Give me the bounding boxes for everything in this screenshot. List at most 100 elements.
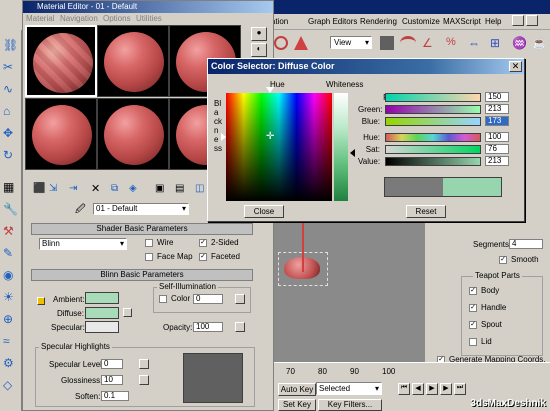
menu-rendering[interactable]: Rendering bbox=[360, 17, 397, 26]
menu-graph-editors[interactable]: Graph Editors bbox=[308, 17, 357, 26]
assign-icon[interactable]: ⇥ bbox=[69, 183, 77, 194]
menu-maxscript[interactable]: MAXScript bbox=[443, 17, 481, 26]
next-frame-icon[interactable]: ▶ bbox=[440, 383, 452, 395]
red-slider[interactable] bbox=[385, 93, 481, 102]
go-end-icon[interactable]: ⏭ bbox=[454, 383, 466, 395]
sample-slot-5[interactable] bbox=[97, 98, 169, 170]
spacewarp-icon[interactable]: ≈ bbox=[3, 334, 19, 350]
opacity-map-button[interactable] bbox=[235, 322, 245, 332]
play-icon[interactable]: ▶ bbox=[426, 383, 438, 395]
prev-frame-icon[interactable]: ◀ bbox=[412, 383, 424, 395]
sample-slot-1[interactable] bbox=[25, 25, 97, 97]
value-slider[interactable] bbox=[385, 157, 481, 166]
magnet-icon[interactable] bbox=[400, 36, 416, 50]
red-value[interactable]: 150 bbox=[485, 92, 509, 102]
whiteness-pointer-icon[interactable] bbox=[350, 149, 355, 157]
light-icon[interactable]: ☀ bbox=[3, 290, 19, 306]
menu-options[interactable]: Options bbox=[103, 14, 131, 23]
show-end-icon[interactable]: ◫ bbox=[195, 183, 204, 194]
shader-type-dropdown[interactable]: Blinn ▾ bbox=[39, 238, 127, 250]
rotate-icon[interactable]: ↻ bbox=[3, 148, 19, 164]
menu-help[interactable]: Help bbox=[485, 17, 501, 26]
hue-slider[interactable] bbox=[385, 133, 481, 142]
green-slider[interactable] bbox=[385, 105, 481, 114]
self-illum-color-checkbox[interactable] bbox=[159, 295, 167, 303]
scale-icon[interactable] bbox=[294, 36, 308, 50]
view-dropdown[interactable]: View ▾ bbox=[330, 36, 372, 49]
link-icon[interactable]: ⛓ bbox=[3, 38, 19, 54]
sample-slot-4[interactable] bbox=[25, 98, 97, 170]
hue-blackness-picker[interactable]: ✛ bbox=[226, 93, 332, 201]
diffuse-map-button[interactable] bbox=[123, 308, 132, 317]
backlight-button[interactable]: ◐ bbox=[251, 43, 267, 57]
key-filters-button[interactable]: Key Filters... bbox=[318, 399, 382, 411]
two-sided-checkbox[interactable]: ✓ bbox=[199, 239, 207, 247]
blue-value[interactable]: 173 bbox=[485, 116, 509, 126]
menu-customize[interactable]: Customize bbox=[402, 17, 440, 26]
body-checkbox[interactable]: ✓ bbox=[469, 287, 477, 295]
select-rotate-icon[interactable] bbox=[274, 36, 288, 50]
shader-rollout-header[interactable]: Shader Basic Parameters bbox=[31, 223, 253, 235]
pivot-icon[interactable] bbox=[380, 36, 394, 50]
sample-slot-2[interactable] bbox=[97, 25, 169, 97]
unique-icon[interactable]: ◈ bbox=[129, 183, 137, 194]
bind-icon[interactable]: ∿ bbox=[3, 82, 19, 98]
glossiness-map-button[interactable] bbox=[139, 375, 149, 385]
close-button[interactable]: Close bbox=[244, 205, 284, 218]
key-mode-dropdown[interactable]: Selected ▾ bbox=[316, 382, 382, 395]
system-icon[interactable]: ⚙ bbox=[3, 356, 19, 372]
unlink-icon[interactable]: ✂ bbox=[3, 60, 19, 76]
helper-icon[interactable]: ⊕ bbox=[3, 312, 19, 328]
self-illum-map-button[interactable] bbox=[235, 294, 245, 304]
menu-utilities[interactable]: Utilities bbox=[136, 14, 162, 23]
pick-material-icon[interactable]: 🖉 bbox=[75, 202, 86, 219]
get-material-icon[interactable]: ⬛ bbox=[33, 183, 45, 194]
curve-editor-icon[interactable]: ♒ bbox=[512, 36, 528, 50]
hammer-icon[interactable]: ⚒ bbox=[3, 224, 19, 240]
segments-value[interactable]: 4 bbox=[509, 239, 543, 249]
render-icon[interactable]: ☕ bbox=[532, 36, 548, 50]
handle-checkbox[interactable]: ✓ bbox=[469, 304, 477, 312]
spec-level-map-button[interactable] bbox=[139, 359, 149, 369]
reset-button[interactable]: Reset bbox=[406, 205, 446, 218]
angle-snap-icon[interactable]: ∠ bbox=[422, 36, 438, 50]
spout-checkbox[interactable]: ✓ bbox=[469, 321, 477, 329]
lock-ambient-icon[interactable] bbox=[37, 297, 45, 305]
lid-checkbox[interactable] bbox=[469, 338, 477, 346]
grid-icon[interactable]: ▦ bbox=[3, 180, 19, 196]
move-icon[interactable]: ✥ bbox=[3, 126, 19, 142]
ambient-swatch[interactable] bbox=[85, 292, 119, 304]
auto-key-button[interactable]: Auto Key bbox=[278, 383, 316, 396]
menu-navigation[interactable]: Navigation bbox=[60, 14, 98, 23]
glossiness-value[interactable]: 10 bbox=[101, 375, 123, 385]
percent-snap-icon[interactable]: % bbox=[446, 36, 462, 50]
faceted-checkbox[interactable]: ✓ bbox=[199, 253, 207, 261]
camera-icon[interactable]: ◉ bbox=[3, 268, 19, 284]
minimize-button[interactable] bbox=[512, 15, 524, 26]
set-key-button[interactable]: Set Key bbox=[278, 399, 316, 411]
diffuse-swatch[interactable] bbox=[85, 307, 119, 319]
sat-slider[interactable] bbox=[385, 145, 481, 154]
align-icon[interactable]: ⊞ bbox=[490, 36, 506, 50]
hue-value[interactable]: 100 bbox=[485, 132, 509, 142]
delete-icon[interactable]: ✕ bbox=[91, 182, 100, 195]
mirror-icon[interactable]: ⇔ bbox=[468, 36, 484, 50]
menu-material[interactable]: Material bbox=[26, 14, 54, 23]
put-to-scene-icon[interactable]: ⇲ bbox=[49, 183, 57, 194]
whiteness-strip[interactable] bbox=[334, 93, 348, 201]
restore-button[interactable] bbox=[526, 15, 538, 26]
blinn-rollout-header[interactable]: Blinn Basic Parameters bbox=[31, 269, 253, 281]
material-id-icon[interactable]: ▣ bbox=[155, 183, 164, 194]
self-illum-value[interactable]: 0 bbox=[193, 294, 223, 304]
copy-icon[interactable]: ⧉ bbox=[111, 183, 118, 194]
spec-level-value[interactable]: 0 bbox=[101, 359, 123, 369]
wrench-icon[interactable]: 🔧 bbox=[3, 202, 19, 218]
smooth-checkbox[interactable]: ✓ bbox=[499, 256, 507, 264]
blue-slider[interactable] bbox=[385, 117, 481, 126]
show-map-icon[interactable]: ▤ bbox=[175, 183, 184, 194]
material-name-field[interactable]: 01 - Default ▾ bbox=[93, 203, 189, 215]
pencil-icon[interactable]: ✎ bbox=[3, 246, 19, 262]
perspective-viewport[interactable] bbox=[274, 222, 425, 362]
value-value[interactable]: 213 bbox=[485, 156, 509, 166]
opacity-value[interactable]: 100 bbox=[193, 322, 223, 332]
